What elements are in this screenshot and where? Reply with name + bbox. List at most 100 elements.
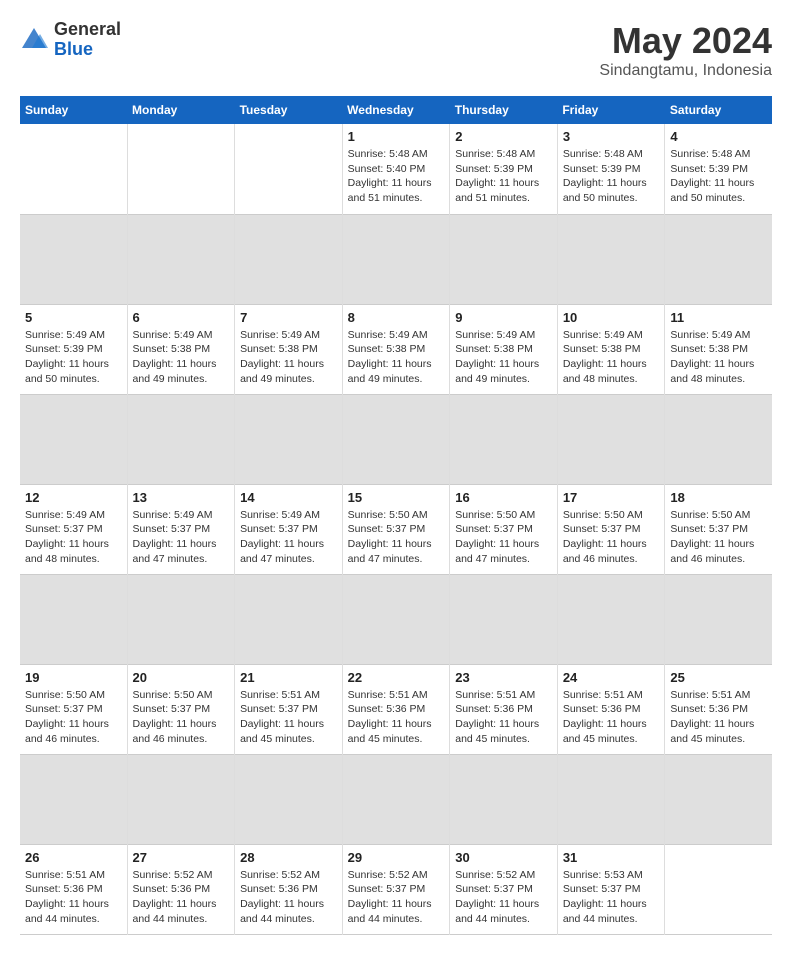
day-number: 24	[563, 670, 660, 685]
day-info: Sunrise: 5:48 AMSunset: 5:40 PMDaylight:…	[348, 147, 445, 206]
day-info: Sunrise: 5:53 AMSunset: 5:37 PMDaylight:…	[563, 868, 660, 927]
day-cell: 6 Sunrise: 5:49 AMSunset: 5:38 PMDaylight…	[127, 304, 235, 394]
day-cell: 3Sunrise: 5:48 AMSunset: 5:39 PMDaylight…	[557, 124, 665, 214]
row-divider	[20, 394, 772, 484]
header-thursday: Thursday	[450, 96, 558, 124]
week-row-5: 26 Sunrise: 5:51 AMSunset: 5:36 PMDayligh…	[20, 844, 772, 934]
day-cell	[20, 124, 127, 214]
day-cell: 5 Sunrise: 5:49 AMSunset: 5:39 PMDaylight…	[20, 304, 127, 394]
day-cell: 27Sunrise: 5:52 AMSunset: 5:36 PMDayligh…	[127, 844, 235, 934]
day-cell: 9Sunrise: 5:49 AMSunset: 5:38 PMDaylight…	[450, 304, 558, 394]
day-number: 21	[240, 670, 337, 685]
day-number: 8	[348, 310, 445, 325]
week-row-3: 12 Sunrise: 5:49 AMSunset: 5:37 PMDayligh…	[20, 484, 772, 574]
header-wednesday: Wednesday	[342, 96, 450, 124]
logo-blue: Blue	[54, 40, 121, 60]
day-info: Sunrise: 5:49 AMSunset: 5:37 PMDaylight:…	[133, 508, 230, 567]
day-info: Sunrise: 5:49 AMSunset: 5:39 PMDaylight:…	[25, 328, 122, 387]
day-cell: 10 Sunrise: 5:49 AMSunset: 5:38 PMDayligh…	[557, 304, 665, 394]
row-divider	[20, 754, 772, 844]
day-info: Sunrise: 5:48 AMSunset: 5:39 PMDaylight:…	[455, 147, 552, 206]
day-info: Sunrise: 5:50 AMSunset: 5:37 PMDaylight:…	[455, 508, 552, 567]
row-divider	[20, 214, 772, 304]
day-number: 6	[133, 310, 230, 325]
calendar-table: SundayMondayTuesdayWednesdayThursdayFrid…	[20, 96, 772, 935]
day-number: 11	[670, 310, 767, 325]
day-number: 7	[240, 310, 337, 325]
day-number: 15	[348, 490, 445, 505]
header-row: SundayMondayTuesdayWednesdayThursdayFrid…	[20, 96, 772, 124]
day-info: Sunrise: 5:49 AMSunset: 5:37 PMDaylight:…	[240, 508, 337, 567]
day-cell: 31Sunrise: 5:53 AMSunset: 5:37 PMDayligh…	[557, 844, 665, 934]
day-info: Sunrise: 5:49 AMSunset: 5:38 PMDaylight:…	[133, 328, 230, 387]
day-info: Sunrise: 5:52 AMSunset: 5:36 PMDaylight:…	[133, 868, 230, 927]
day-number: 12	[25, 490, 122, 505]
day-info: Sunrise: 5:49 AMSunset: 5:37 PMDaylight:…	[25, 508, 122, 567]
day-cell: 21 Sunrise: 5:51 AMSunset: 5:37 PMDayligh…	[235, 664, 343, 754]
calendar-subtitle: Sindangtamu, Indonesia	[599, 62, 772, 80]
day-info: Sunrise: 5:50 AMSunset: 5:37 PMDaylight:…	[563, 508, 660, 567]
day-number: 28	[240, 850, 337, 865]
day-info: Sunrise: 5:51 AMSunset: 5:36 PMDaylight:…	[670, 688, 767, 747]
day-info: Sunrise: 5:52 AMSunset: 5:37 PMDaylight:…	[348, 868, 445, 927]
day-number: 16	[455, 490, 552, 505]
day-info: Sunrise: 5:48 AMSunset: 5:39 PMDaylight:…	[563, 147, 660, 206]
day-cell: 30Sunrise: 5:52 AMSunset: 5:37 PMDayligh…	[450, 844, 558, 934]
week-row-1: 1 Sunrise: 5:48 AMSunset: 5:40 PMDaylight…	[20, 124, 772, 214]
day-number: 30	[455, 850, 552, 865]
day-cell: 8 Sunrise: 5:49 AMSunset: 5:38 PMDaylight…	[342, 304, 450, 394]
day-number: 10	[563, 310, 660, 325]
logo-general: General	[54, 20, 121, 40]
title-block: May 2024 Sindangtamu, Indonesia	[599, 20, 772, 80]
day-info: Sunrise: 5:51 AMSunset: 5:36 PMDaylight:…	[455, 688, 552, 747]
day-cell: 11 Sunrise: 5:49 AMSunset: 5:38 PMDayligh…	[665, 304, 772, 394]
header-saturday: Saturday	[665, 96, 772, 124]
day-cell: 2 Sunrise: 5:48 AMSunset: 5:39 PMDaylight…	[450, 124, 558, 214]
day-info: Sunrise: 5:51 AMSunset: 5:36 PMDaylight:…	[25, 868, 122, 927]
day-info: Sunrise: 5:49 AMSunset: 5:38 PMDaylight:…	[240, 328, 337, 387]
day-cell: 29 Sunrise: 5:52 AMSunset: 5:37 PMDayligh…	[342, 844, 450, 934]
day-info: Sunrise: 5:51 AMSunset: 5:37 PMDaylight:…	[240, 688, 337, 747]
day-info: Sunrise: 5:50 AMSunset: 5:37 PMDaylight:…	[348, 508, 445, 567]
day-number: 29	[348, 850, 445, 865]
day-info: Sunrise: 5:51 AMSunset: 5:36 PMDaylight:…	[563, 688, 660, 747]
day-cell: 20Sunrise: 5:50 AMSunset: 5:37 PMDayligh…	[127, 664, 235, 754]
logo-icon	[20, 26, 48, 54]
day-cell: 25 Sunrise: 5:51 AMSunset: 5:36 PMDayligh…	[665, 664, 772, 754]
day-cell: 12 Sunrise: 5:49 AMSunset: 5:37 PMDayligh…	[20, 484, 127, 574]
day-number: 26	[25, 850, 122, 865]
day-info: Sunrise: 5:51 AMSunset: 5:36 PMDaylight:…	[348, 688, 445, 747]
day-cell	[127, 124, 235, 214]
day-info: Sunrise: 5:49 AMSunset: 5:38 PMDaylight:…	[348, 328, 445, 387]
day-number: 22	[348, 670, 445, 685]
day-cell: 22 Sunrise: 5:51 AMSunset: 5:36 PMDayligh…	[342, 664, 450, 754]
logo-text: General Blue	[54, 20, 121, 60]
day-number: 18	[670, 490, 767, 505]
calendar-title: May 2024	[599, 20, 772, 62]
day-info: Sunrise: 5:50 AMSunset: 5:37 PMDaylight:…	[133, 688, 230, 747]
day-cell: 14 Sunrise: 5:49 AMSunset: 5:37 PMDayligh…	[235, 484, 343, 574]
day-cell: 19Sunrise: 5:50 AMSunset: 5:37 PMDayligh…	[20, 664, 127, 754]
day-cell: 7 Sunrise: 5:49 AMSunset: 5:38 PMDaylight…	[235, 304, 343, 394]
day-number: 2	[455, 129, 552, 144]
day-number: 25	[670, 670, 767, 685]
header-tuesday: Tuesday	[235, 96, 343, 124]
day-number: 17	[563, 490, 660, 505]
day-number: 14	[240, 490, 337, 505]
day-number: 13	[133, 490, 230, 505]
day-cell: 13 Sunrise: 5:49 AMSunset: 5:37 PMDayligh…	[127, 484, 235, 574]
row-divider	[20, 574, 772, 664]
day-cell: 18Sunrise: 5:50 AMSunset: 5:37 PMDayligh…	[665, 484, 772, 574]
day-info: Sunrise: 5:49 AMSunset: 5:38 PMDaylight:…	[563, 328, 660, 387]
day-number: 19	[25, 670, 122, 685]
day-number: 5	[25, 310, 122, 325]
day-cell: 15 Sunrise: 5:50 AMSunset: 5:37 PMDayligh…	[342, 484, 450, 574]
day-info: Sunrise: 5:49 AMSunset: 5:38 PMDaylight:…	[455, 328, 552, 387]
day-cell: 1 Sunrise: 5:48 AMSunset: 5:40 PMDaylight…	[342, 124, 450, 214]
day-number: 1	[348, 129, 445, 144]
day-info: Sunrise: 5:49 AMSunset: 5:38 PMDaylight:…	[670, 328, 767, 387]
day-info: Sunrise: 5:48 AMSunset: 5:39 PMDaylight:…	[670, 147, 767, 206]
day-cell: 17 Sunrise: 5:50 AMSunset: 5:37 PMDayligh…	[557, 484, 665, 574]
week-row-4: 19 Sunrise: 5:50 AMSunset: 5:37 PMDayligh…	[20, 664, 772, 754]
day-info: Sunrise: 5:52 AMSunset: 5:36 PMDaylight:…	[240, 868, 337, 927]
